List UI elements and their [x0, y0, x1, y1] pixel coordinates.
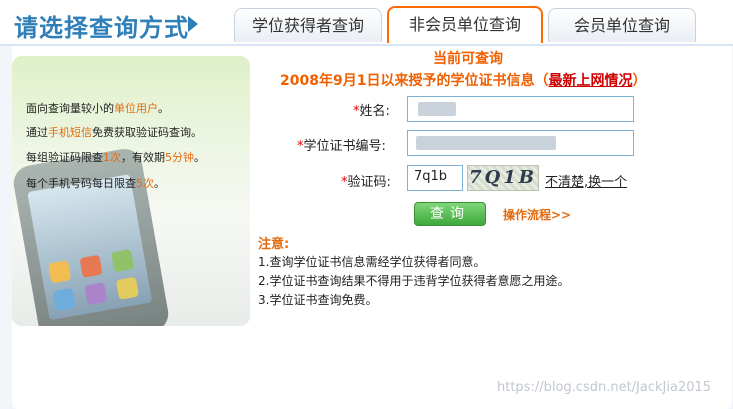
app-icon — [47, 260, 72, 284]
promo-line-1: 面向查询量较小的单位用户。 — [26, 102, 169, 115]
promo-line-4: 每个手机号码每日限查5次。 — [26, 177, 165, 190]
tab-member-query[interactable]: 会员单位查询 — [548, 8, 696, 42]
promo-line-3: 每组验证码限查1次，有效期5分钟。 — [26, 151, 205, 164]
app-icon — [79, 254, 103, 278]
promo-banner — [12, 56, 250, 326]
notes-title: 注意: — [258, 237, 290, 252]
tab-non-member-query[interactable]: 非会员单位查询 — [387, 6, 543, 43]
phone-illustration — [12, 146, 172, 326]
latest-update-link[interactable]: 最新上网情况 — [548, 73, 632, 89]
note-item: 2.学位证书查询结果不得用于违背学位获得者意愿之用途。 — [258, 274, 570, 288]
note-item: 3.学位证书查询免费。 — [258, 293, 378, 307]
captcha-label: *验证码: — [341, 175, 391, 190]
name-input[interactable] — [407, 96, 634, 122]
header: 请选择查询方式 学位获得者查询 非会员单位查询 会员单位查询 — [0, 0, 733, 46]
refresh-captcha-link[interactable]: 不清楚,换一个 — [545, 171, 627, 190]
promo-line-2: 通过手机短信免费获取验证码查询。 — [26, 126, 202, 139]
form-subheading: 2008年9月1日以来授予的学位证书信息（最新上网情况） — [280, 73, 647, 89]
arrow-right-icon — [188, 16, 198, 32]
app-icon — [52, 287, 77, 311]
captcha-image[interactable]: 7Q1B — [467, 165, 539, 191]
captcha-input[interactable]: 7q1b — [407, 165, 463, 191]
app-icon — [111, 249, 135, 273]
operation-flow-link[interactable]: 操作流程>> — [503, 206, 571, 223]
app-icon — [84, 282, 108, 306]
query-button[interactable]: 查询 — [414, 202, 486, 226]
masked-value — [416, 136, 556, 150]
name-label: *姓名: — [353, 104, 390, 119]
note-item: 1.查询学位证书信息需经学位获得者同意。 — [258, 255, 486, 269]
phone-screen — [27, 174, 153, 321]
masked-value — [418, 102, 456, 116]
page-title: 请选择查询方式 — [14, 14, 189, 42]
watermark: https://blog.csdn.net/JackJia2015 — [497, 380, 712, 395]
tab-degree-holder-query[interactable]: 学位获得者查询 — [234, 8, 382, 42]
form-heading: 当前可查询 — [433, 51, 503, 67]
cert-number-input[interactable] — [407, 130, 634, 156]
cert-number-label: *学位证书编号: — [297, 139, 386, 154]
app-icon — [115, 276, 140, 300]
